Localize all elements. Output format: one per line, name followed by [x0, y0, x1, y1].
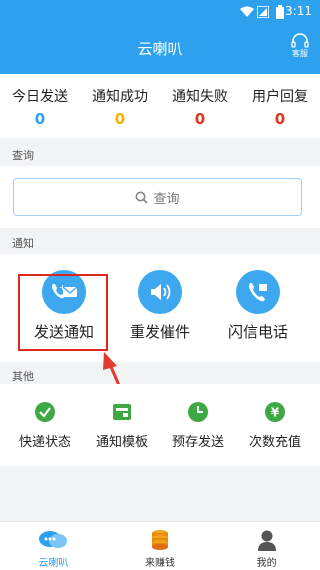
coin-stack-icon: [107, 528, 214, 552]
express-status-button[interactable]: 快递状态: [10, 401, 80, 450]
notice-template-button[interactable]: 通知模板: [87, 401, 157, 450]
tab-label: 云喇叭: [38, 558, 69, 569]
stat-notify-failed: 通知失败 0: [160, 74, 240, 138]
recharge-button[interactable]: ¥ 次数充值: [240, 401, 310, 450]
app-bar: 云喇叭 客服: [0, 24, 320, 74]
stat-user-reply: 用户回复 0: [240, 74, 320, 138]
signal-icon: [257, 6, 269, 18]
stat-label: 今日发送: [12, 89, 68, 105]
wifi-icon: [240, 6, 254, 17]
headset-icon: [291, 33, 309, 48]
yen-icon: ¥: [264, 401, 286, 423]
stat-label: 通知成功: [92, 89, 148, 105]
resend-label: 重发催件: [129, 323, 190, 341]
chat-bubble-icon: [0, 528, 107, 552]
stat-value: 0: [34, 110, 46, 128]
stat-value: 0: [114, 110, 126, 128]
flash-phone-label: 闪信电话: [227, 323, 288, 341]
recharge-label: 次数充值: [248, 435, 301, 450]
tab-label: 来赚钱: [145, 558, 175, 569]
query-button-label: 查询: [153, 191, 180, 207]
tab-bar: 云喇叭 来赚钱 我的: [0, 521, 320, 570]
customer-service-button[interactable]: 客服: [288, 33, 312, 59]
express-status-label: 快递状态: [18, 435, 71, 450]
tab-yunlaba[interactable]: 云喇叭: [0, 522, 107, 570]
status-time: 3:11: [285, 4, 312, 18]
query-button[interactable]: 查询: [13, 178, 302, 216]
page-title: 云喇叭: [137, 40, 183, 58]
speaker-icon: [138, 270, 182, 314]
clock-icon: [187, 401, 209, 423]
svg-text:¥: ¥: [271, 406, 280, 420]
template-icon: [111, 401, 133, 423]
stats-panel: 今日发送 0 通知成功 0 通知失败 0 用户回复 0: [0, 74, 320, 138]
highlight-box: [18, 274, 108, 351]
resend-button[interactable]: 重发催件: [120, 270, 200, 342]
tab-earn[interactable]: 来赚钱: [107, 522, 214, 570]
status-bar: 3:11: [0, 0, 320, 24]
flash-phone-icon: [236, 270, 280, 314]
customer-service-label: 客服: [292, 49, 308, 58]
stat-value: 0: [194, 110, 206, 128]
section-title-query: 查询: [12, 149, 34, 162]
tab-mine[interactable]: 我的: [213, 522, 320, 570]
stat-notify-success: 通知成功 0: [80, 74, 160, 138]
user-icon: [213, 528, 320, 552]
stat-today-sent: 今日发送 0: [0, 74, 80, 138]
query-panel: 查询: [0, 166, 320, 228]
stat-label: 用户回复: [252, 89, 308, 105]
stat-value: 0: [274, 110, 286, 128]
tab-label: 我的: [256, 558, 277, 569]
battery-icon: [276, 5, 284, 19]
prestore-send-button[interactable]: 预存发送: [163, 401, 233, 450]
section-title-notice: 通知: [12, 237, 34, 250]
section-title-other: 其他: [12, 370, 34, 383]
search-icon: [135, 191, 149, 204]
check-circle-icon: [34, 401, 56, 423]
prestore-send-label: 预存发送: [171, 435, 224, 450]
notice-template-label: 通知模板: [95, 435, 148, 450]
other-panel: 快递状态 通知模板 预存发送 ¥ 次数充值: [0, 384, 320, 466]
flash-phone-button[interactable]: 闪信电话: [218, 270, 298, 342]
stat-label: 通知失败: [172, 89, 228, 105]
